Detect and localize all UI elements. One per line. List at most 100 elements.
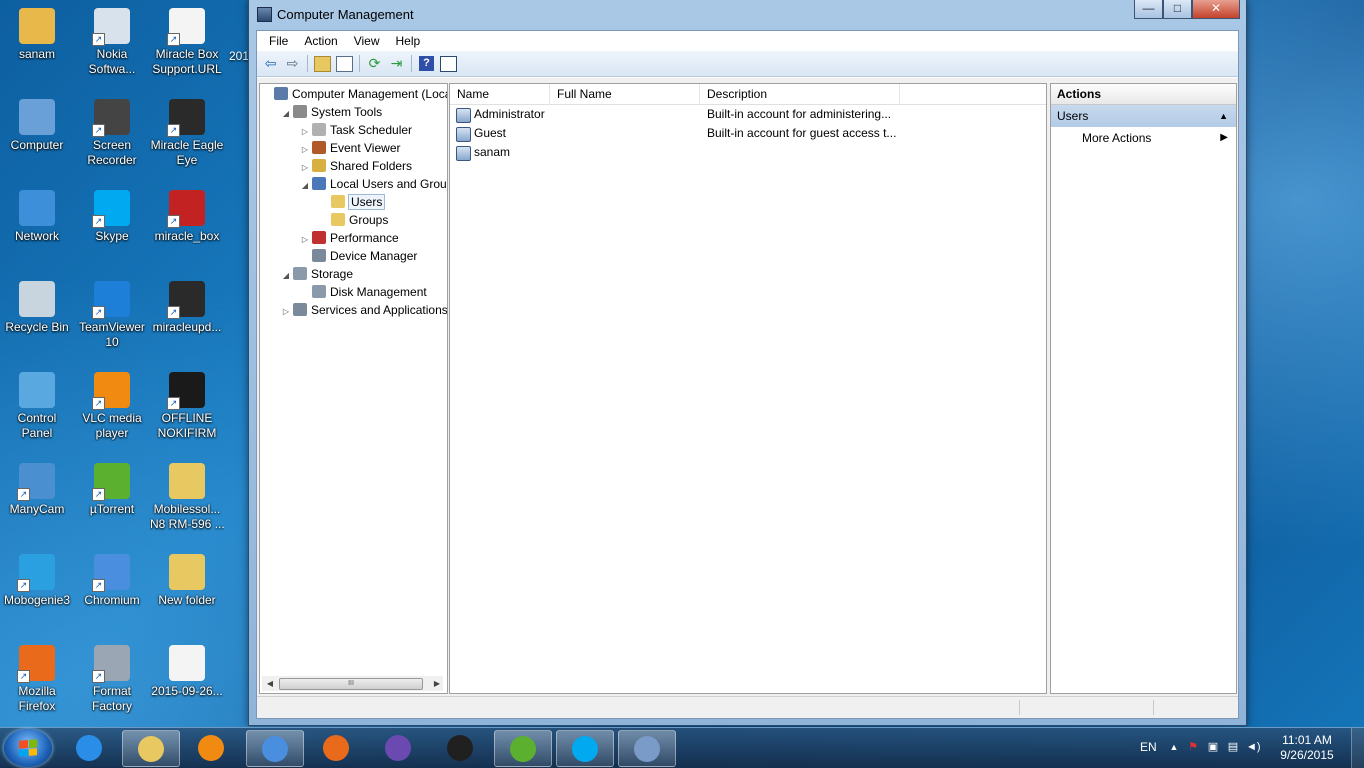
- device-icon[interactable]: ▣: [1206, 741, 1220, 754]
- taskbar-ie-button[interactable]: [61, 730, 117, 765]
- desktop-icon[interactable]: ↗ OFFLINE NOKIFIRM: [150, 372, 224, 441]
- taskbar-firefox-button[interactable]: [308, 730, 364, 765]
- tree-node[interactable]: ▷ Services and Applications: [281, 301, 447, 321]
- show-hidden-icons-icon[interactable]: ▲: [1167, 741, 1181, 754]
- tree-horizontal-scrollbar[interactable]: ◀ III ▶: [262, 676, 443, 691]
- desktop-icon[interactable]: ↗ Mozilla Firefox: [0, 645, 74, 714]
- column-description[interactable]: Description: [700, 84, 900, 104]
- tree-node[interactable]: ▷ Shared Folders: [300, 157, 412, 175]
- export-list-icon[interactable]: ⇥: [387, 55, 406, 73]
- taskbar-computer-management-button[interactable]: [618, 730, 676, 767]
- collapse-icon[interactable]: ◢: [281, 105, 291, 123]
- forward-icon[interactable]: ⇨: [283, 55, 302, 73]
- show-hide-tree-icon[interactable]: [335, 55, 354, 73]
- taskbar-chromium-button[interactable]: [246, 730, 304, 767]
- tree-node[interactable]: ▷ Performance: [300, 229, 399, 247]
- desktop-icon[interactable]: ↗ Format Factory: [75, 645, 149, 714]
- taskbar-skype-button[interactable]: [556, 730, 614, 767]
- tree-node[interactable]: Disk Management: [300, 283, 427, 301]
- desktop-icon[interactable]: Recycle Bin: [0, 281, 74, 335]
- tree-node[interactable]: ▷ Event Viewer: [300, 139, 400, 157]
- actions-section-users[interactable]: Users ▲: [1051, 105, 1236, 127]
- desktop-icon[interactable]: Computer: [0, 99, 74, 153]
- shortcut-image-icon: ↗: [92, 99, 130, 137]
- refresh-icon[interactable]: ⟳: [365, 55, 384, 73]
- desktop-icon[interactable]: ↗ Skype: [75, 190, 149, 244]
- taskbar-explorer-button[interactable]: [122, 730, 180, 767]
- desktop-icon[interactable]: ↗ Miracle Eagle Eye: [150, 99, 224, 168]
- desktop-icon[interactable]: sanam: [0, 8, 74, 62]
- tree-node[interactable]: Computer Management (Local: [262, 85, 447, 103]
- menu-file[interactable]: File: [261, 34, 296, 48]
- collapse-up-icon[interactable]: ▲: [1219, 105, 1228, 127]
- user-row[interactable]: sanam: [450, 143, 1046, 162]
- desktop-icon[interactable]: ↗ Screen Recorder: [75, 99, 149, 168]
- desktop-icon[interactable]: ↗ Mobogenie3: [0, 554, 74, 608]
- tree-node[interactable]: Device Manager: [300, 247, 417, 265]
- desktop-icon[interactable]: Network: [0, 190, 74, 244]
- tree-node[interactable]: Groups: [319, 211, 388, 229]
- desktop-icon-label: TeamViewer: [79, 320, 145, 334]
- taskbar-media-player-button[interactable]: [183, 730, 239, 765]
- desktop-icon-label-line2: N8 RM-596 ...: [150, 517, 224, 531]
- clock[interactable]: 11:01 AM 9/26/2015: [1272, 733, 1342, 763]
- desktop-icon-label: Miracle Eagle: [150, 138, 224, 152]
- more-actions-item[interactable]: More Actions ▶: [1051, 127, 1236, 149]
- user-row[interactable]: Administrator Built-in account for admini…: [450, 105, 1046, 124]
- tree-node[interactable]: ◢ Local Users and Groups: [300, 175, 447, 195]
- tree-node[interactable]: Users: [319, 193, 386, 211]
- volume-icon[interactable]: ◄): [1246, 741, 1261, 754]
- collapse-icon[interactable]: ◢: [300, 177, 310, 195]
- column-name[interactable]: Name: [450, 84, 550, 104]
- scroll-left-icon[interactable]: ◀: [264, 677, 276, 690]
- expand-icon[interactable]: ▷: [281, 303, 291, 321]
- desktop-icon[interactable]: 2015-09-26...: [150, 645, 224, 699]
- taskbar-utorrent-button[interactable]: [494, 730, 552, 767]
- desktop-icon[interactable]: ↗ ManyCam: [0, 463, 74, 517]
- taskbar-app-button[interactable]: [370, 730, 426, 765]
- tree-node[interactable]: ◢ System Tools: [281, 103, 382, 121]
- scroll-thumb[interactable]: III: [279, 678, 423, 690]
- help-icon[interactable]: ?: [417, 55, 436, 73]
- scroll-right-icon[interactable]: ▶: [431, 677, 443, 690]
- tree-node[interactable]: ◢ Storage: [281, 265, 353, 283]
- close-button[interactable]: ✕: [1192, 0, 1240, 19]
- menu-view[interactable]: View: [346, 34, 388, 48]
- menu-action[interactable]: Action: [296, 34, 345, 48]
- desktop-icon[interactable]: ↗ Chromium: [75, 554, 149, 608]
- desktop-icon[interactable]: ↗ VLC media player: [75, 372, 149, 441]
- column-full-name[interactable]: Full Name: [550, 84, 700, 104]
- tree-node[interactable]: ▷ Task Scheduler: [300, 121, 412, 139]
- desktop-icon[interactable]: Control Panel: [0, 372, 74, 441]
- desktop-icon[interactable]: ↗ Nokia Softwa...: [75, 8, 149, 77]
- taskbar-app-grid-button[interactable]: [432, 730, 488, 765]
- action-center-flag-icon[interactable]: ⚑: [1186, 741, 1200, 754]
- collapse-icon[interactable]: ◢: [281, 267, 291, 285]
- desktop-icon[interactable]: ↗ Miracle Box Support.URL: [150, 8, 224, 77]
- up-folder-icon[interactable]: [313, 55, 332, 73]
- show-action-pane-icon[interactable]: [439, 55, 458, 73]
- language-indicator[interactable]: EN: [1140, 740, 1157, 754]
- show-desktop-button[interactable]: [1351, 728, 1364, 768]
- more-actions-label: More Actions: [1082, 131, 1152, 145]
- network-icon[interactable]: ▤: [1226, 741, 1240, 754]
- desktop-icon[interactable]: Mobilessol... N8 RM-596 ...: [150, 463, 224, 532]
- user-row[interactable]: Guest Built-in account for guest access t…: [450, 124, 1046, 143]
- desktop-icon[interactable]: New folder: [150, 554, 224, 608]
- windows-logo-icon: [19, 739, 37, 757]
- clock-time: 11:01 AM: [1282, 733, 1332, 747]
- desktop-icon[interactable]: ↗ miracle_box: [150, 190, 224, 244]
- tree-node-icon: [293, 105, 307, 118]
- computer-management-window: Computer Management — □ ✕ File Action Vi…: [248, 0, 1247, 726]
- back-icon[interactable]: ⇦: [261, 55, 280, 73]
- desktop-icon[interactable]: ↗ µTorrent: [75, 463, 149, 517]
- minimize-button[interactable]: —: [1134, 0, 1163, 19]
- title-bar[interactable]: Computer Management — □ ✕: [249, 0, 1246, 28]
- menu-help[interactable]: Help: [388, 34, 429, 48]
- desktop-icon[interactable]: ↗ TeamViewer 10: [75, 281, 149, 350]
- maximize-button[interactable]: □: [1163, 0, 1192, 19]
- desktop-icon[interactable]: ↗ miracleupd...: [150, 281, 224, 335]
- start-button[interactable]: [4, 729, 52, 767]
- status-divider: [1019, 700, 1020, 715]
- users-list: Name Full Name Description Administrator…: [449, 83, 1047, 694]
